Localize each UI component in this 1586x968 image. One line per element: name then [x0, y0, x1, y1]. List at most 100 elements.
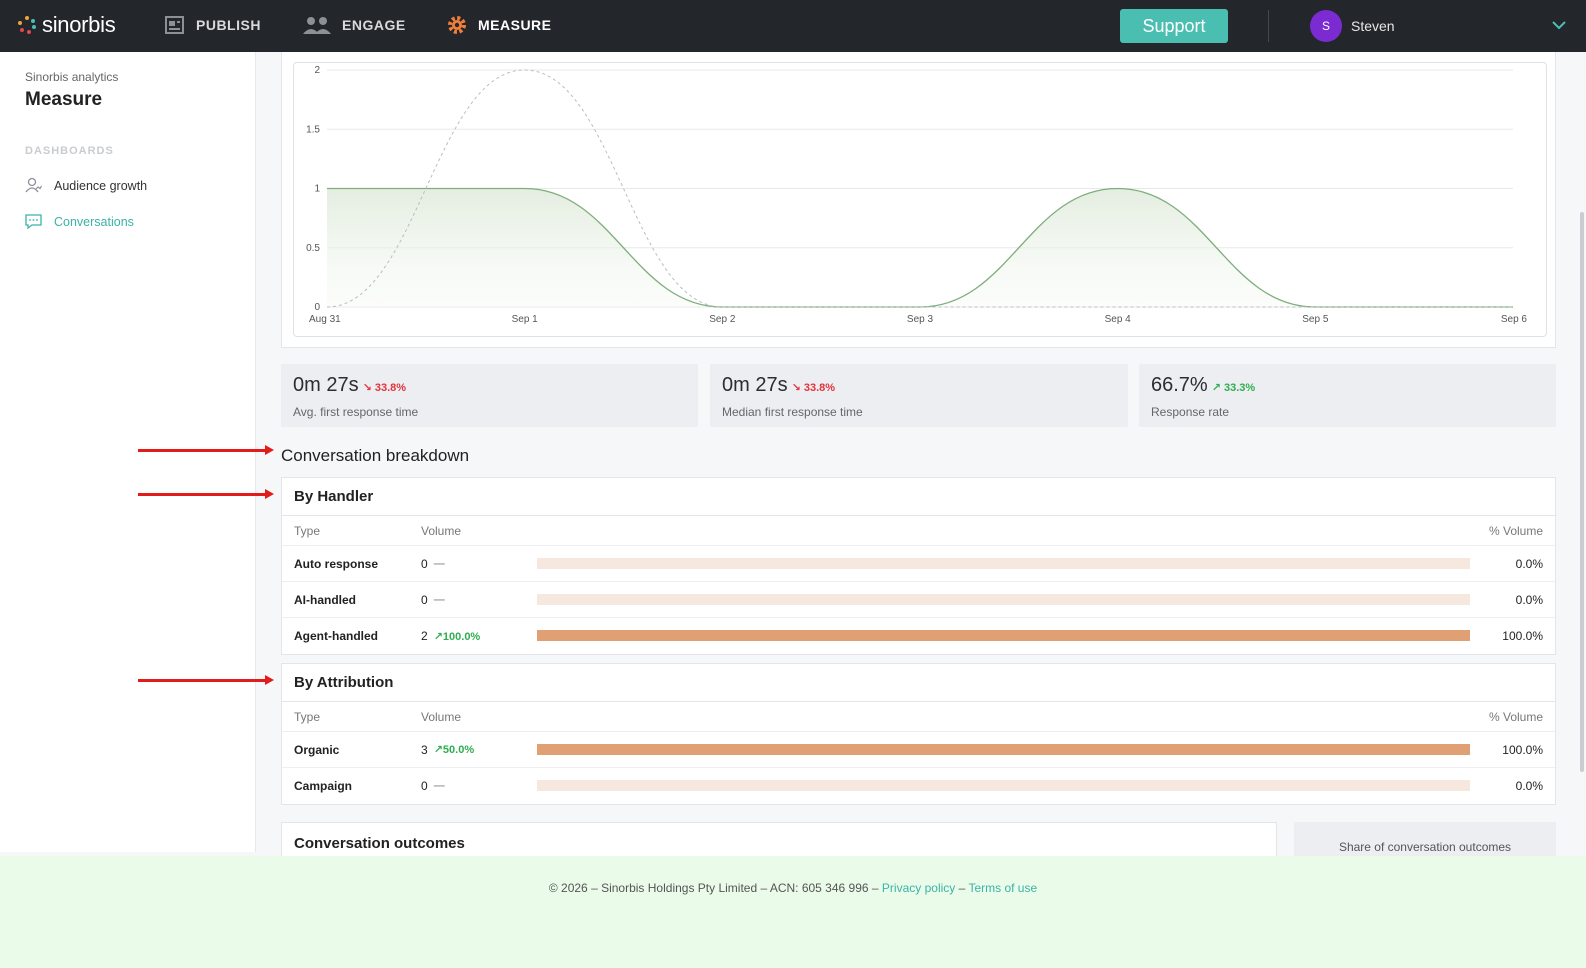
row-type: Auto response [294, 556, 379, 571]
row-delta-value: — [433, 557, 445, 570]
sinorbis-logo-icon [18, 16, 36, 34]
table-body: Organic 3 ↗50.0% 100.0% Campaign 0—0.0% [282, 732, 1555, 804]
table-row: Organic 3 ↗50.0% 100.0% [282, 732, 1555, 768]
x-tick-label: Sep 3 [907, 314, 934, 325]
top-navigation-bar: sinorbis PUBLISH ENGAGE MEASURE Support … [0, 0, 1586, 52]
privacy-policy-link[interactable]: Privacy policy [882, 881, 955, 895]
annotation-arrow [138, 675, 274, 685]
row-delta-value: — [433, 780, 445, 792]
stat-value: 0m 27s [722, 374, 788, 396]
stat-response-rate: 66.7% ↗ 33.3% Response rate [1139, 364, 1556, 427]
trend-up-icon: ↗ [1211, 382, 1224, 394]
row-volume-cell: 3 ↗50.0% [421, 743, 474, 757]
conversation-breakdown-title: Conversation breakdown [281, 446, 470, 465]
x-tick-label: Sep 5 [1302, 314, 1329, 325]
row-delta-value: 100.0% [442, 630, 481, 643]
y-tick-label: 2 [314, 65, 320, 76]
footer: © 2026 – Sinorbis Holdings Pty Limited –… [0, 856, 1586, 968]
col-pct-volume: % Volume [1488, 523, 1543, 538]
terms-of-use-link[interactable]: Terms of use [968, 881, 1037, 895]
table-row: Campaign 0 — 0.0% [282, 768, 1555, 804]
sinorbis-logo[interactable]: sinorbis [18, 12, 116, 38]
row-volume: 0 [421, 779, 428, 793]
chevron-down-icon[interactable] [1550, 16, 1568, 34]
publish-icon [165, 16, 184, 34]
row-volume: 0 [421, 556, 428, 571]
row-type: AI-handled [294, 592, 356, 607]
stat-value: 0m 27s [293, 374, 359, 396]
stat-value-row: 0m 27s ↘ 33.8% [722, 374, 835, 397]
x-tick-label: Sep 6 [1501, 314, 1528, 325]
sidebar: Sinorbis analytics Measure DASHBOARDS Au… [0, 52, 256, 852]
row-volume-cell: 0— [421, 593, 445, 607]
table-row: Agent-handled 2 ↗100.0% 100.0% [282, 618, 1555, 654]
table-header: Type Volume % Volume [282, 516, 1555, 546]
trend-up-icon: ↗ [433, 744, 443, 756]
row-volume: 0 [421, 592, 428, 607]
support-button[interactable]: Support [1120, 9, 1228, 43]
stat-delta-value: 33.8% [374, 382, 407, 394]
sidebar-section-label: DASHBOARDS [25, 145, 114, 157]
page-scrollbar[interactable] [1580, 212, 1584, 772]
trend-down-icon: ↘ [362, 382, 375, 394]
by-attribution-table: By Attribution Type Volume % Volume Orga… [281, 663, 1556, 805]
user-name[interactable]: Steven [1351, 18, 1395, 34]
row-pct-volume: 100.0% [1502, 742, 1543, 757]
stat-avg-first-response: 0m 27s ↘ 33.8% Avg. first response time [281, 364, 698, 427]
row-pct-volume: 0.0% [1515, 779, 1543, 793]
table-title: By Attribution [282, 664, 1555, 702]
row-volume-delta: ↗100.0% [434, 630, 481, 643]
row-delta-value: 50.0% [442, 744, 475, 756]
y-tick-label: 0 [314, 302, 320, 313]
row-volume-cell: 0— [421, 557, 445, 571]
nav-engage[interactable]: ENGAGE [302, 14, 406, 36]
stat-delta-down: ↘ 33.8% [363, 382, 406, 394]
table-title: By Handler [282, 478, 1555, 516]
nav-measure[interactable]: MEASURE [446, 14, 552, 36]
y-tick-label: 0.5 [306, 243, 320, 254]
stat-label: Median first response time [722, 405, 863, 419]
share-label: Share of conversation outcomes [1338, 840, 1512, 854]
row-type: Campaign [294, 779, 353, 793]
y-tick-label: 1 [314, 184, 320, 195]
chat-icon [25, 214, 42, 230]
row-pct-volume: 0.0% [1515, 592, 1543, 607]
volume-bar-fill [537, 744, 1470, 755]
row-volume-delta: — [434, 780, 445, 792]
stat-delta-up: ↗ 33.3% [1212, 382, 1255, 394]
row-volume: 2 [421, 629, 428, 643]
nav-measure-label: MEASURE [478, 17, 552, 33]
col-volume: Volume [421, 523, 462, 538]
sidebar-item-conversations[interactable]: Conversations [25, 213, 134, 230]
table-body: Auto response 0—0.0% AI-handled 0—0.0% Agent… [282, 546, 1555, 654]
user-avatar[interactable]: S [1310, 10, 1342, 42]
nav-divider [1268, 10, 1269, 42]
stat-value-row: 0m 27s ↘ 33.8% [293, 374, 406, 397]
table-header: Type Volume % Volume [282, 702, 1555, 732]
trend-down-icon: ↘ [791, 382, 804, 394]
x-tick-label: Sep 2 [709, 314, 736, 325]
copyright-text: © 2026 – Sinorbis Holdings Pty Limited –… [548, 881, 879, 895]
row-type: Agent-handled [294, 629, 378, 643]
nav-publish-label: PUBLISH [196, 17, 261, 33]
volume-bar-track [537, 630, 1470, 641]
x-tick-label: Sep 1 [512, 314, 539, 325]
stat-delta-value: 33.3% [1224, 382, 1256, 394]
trend-up-icon: ↗ [433, 630, 443, 643]
audience-icon [25, 177, 42, 193]
table-row: AI-handled 0—0.0% [282, 582, 1555, 618]
by-handler-table: By Handler Type Volume % Volume Auto res… [281, 477, 1556, 655]
volume-bar-fill [537, 630, 1470, 641]
col-type: Type [294, 709, 321, 724]
row-delta-value: — [433, 593, 445, 606]
stat-value: 66.7% [1151, 374, 1208, 396]
annotation-arrow [138, 445, 274, 455]
stat-label: Avg. first response time [293, 405, 419, 419]
people-icon [303, 17, 331, 34]
nav-publish[interactable]: PUBLISH [164, 14, 261, 36]
sidebar-item-label: Conversations [54, 214, 134, 229]
table-row: Auto response 0—0.0% [282, 546, 1555, 582]
row-pct-volume: 100.0% [1502, 629, 1543, 643]
sidebar-item-audience-growth[interactable]: Audience growth [25, 177, 147, 194]
row-volume-cell: 2 ↗100.0% [421, 629, 480, 643]
